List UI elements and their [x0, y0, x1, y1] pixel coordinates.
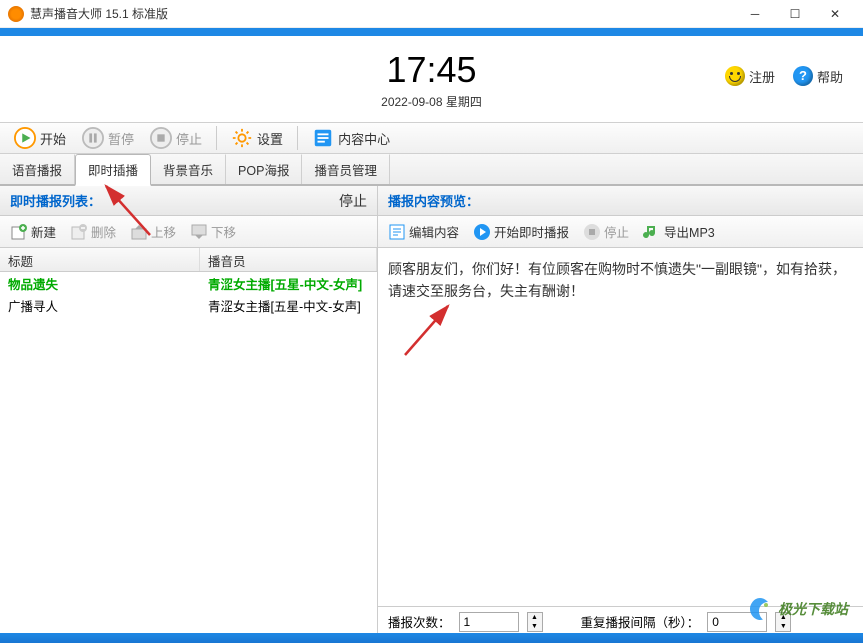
down-icon: [190, 223, 208, 241]
left-panel-header: 即时播报列表： 停止: [0, 186, 377, 216]
close-button[interactable]: ✕: [815, 2, 855, 26]
play-icon: [14, 127, 36, 149]
watermark: 极光下载站: [746, 595, 848, 623]
delete-button[interactable]: 删除: [66, 220, 120, 243]
help-label: 帮助: [817, 67, 843, 86]
tab-announcer-manage[interactable]: 播音员管理: [302, 154, 390, 184]
content-center-button[interactable]: 内容中心: [306, 125, 396, 151]
up-icon: [130, 223, 148, 241]
help-icon: ?: [793, 66, 813, 86]
right-toolbar: 编辑内容 开始即时播报 停止 导出MP3: [378, 216, 863, 248]
count-input[interactable]: [459, 612, 519, 632]
ribbon-toolbar: 开始 暂停 停止 设置 内容中心: [0, 122, 863, 154]
right-panel: 播报内容预览： 编辑内容 开始即时播报 停止 导出MP3 顾客朋友们，你们好！有…: [378, 186, 863, 636]
list-stop-button[interactable]: 停止: [339, 191, 367, 211]
accent-bar: [0, 28, 863, 36]
right-panel-header: 播报内容预览：: [378, 186, 863, 216]
count-label: 播报次数：: [388, 612, 451, 631]
app-icon: [8, 6, 24, 22]
titlebar: 慧声播音大师 15.1 标准版 ─ ☐ ✕: [0, 0, 863, 28]
watermark-text: 极光下载站: [778, 599, 848, 619]
gear-icon: [231, 127, 253, 149]
play-icon: [473, 223, 491, 241]
move-down-button[interactable]: 下移: [186, 220, 240, 243]
table-row[interactable]: 物品遗失 青涩女主播[五星-中文-女声]: [0, 272, 377, 294]
window-title: 慧声播音大师 15.1 标准版: [30, 5, 735, 22]
minimize-button[interactable]: ─: [735, 2, 775, 26]
new-icon: [10, 223, 28, 241]
table-body: 物品遗失 青涩女主播[五星-中文-女声] 广播寻人 青涩女主播[五星-中文-女声…: [0, 272, 377, 636]
left-toolbar: 新建 删除 上移 下移: [0, 216, 377, 248]
tab-instant-insert[interactable]: 即时插播: [75, 154, 151, 186]
help-button[interactable]: ? 帮助: [793, 66, 843, 86]
broadcast-stop-button[interactable]: 停止: [579, 220, 633, 243]
col-announcer[interactable]: 播音员: [200, 248, 377, 271]
register-label: 注册: [749, 67, 775, 86]
preview-text: 顾客朋友们，你们好！有位顾客在购物时不慎遗失"一副眼镜"，如有拾获，请速交至服务…: [378, 248, 863, 606]
maximize-button[interactable]: ☐: [775, 2, 815, 26]
header: 17:45 2022-09-08 星期四 注册 ? 帮助: [0, 36, 863, 122]
smiley-icon: [725, 66, 745, 86]
music-icon: [643, 223, 661, 241]
tab-pop-poster[interactable]: POP海报: [226, 154, 302, 184]
edit-icon: [388, 223, 406, 241]
tab-bar: 语音播报 即时插播 背景音乐 POP海报 播音员管理: [0, 154, 863, 186]
left-panel-title: 即时播报列表：: [10, 191, 101, 210]
register-button[interactable]: 注册: [725, 66, 775, 86]
clock-time: 17:45: [386, 49, 476, 91]
delete-icon: [70, 223, 88, 241]
separator: [297, 126, 298, 150]
count-spinner[interactable]: ▲▼: [527, 612, 543, 632]
stop-icon: [583, 223, 601, 241]
export-mp3-button[interactable]: 导出MP3: [639, 220, 719, 243]
edit-content-button[interactable]: 编辑内容: [384, 220, 463, 243]
separator: [216, 126, 217, 150]
table-header: 标题 播音员: [0, 248, 377, 272]
start-broadcast-button[interactable]: 开始即时播报: [469, 220, 573, 243]
tab-voice-broadcast[interactable]: 语音播报: [0, 154, 75, 184]
move-up-button[interactable]: 上移: [126, 220, 180, 243]
left-panel: 即时播报列表： 停止 新建 删除 上移 下移 标题 播音员: [0, 186, 378, 636]
new-button[interactable]: 新建: [6, 220, 60, 243]
bottom-bar: [0, 633, 863, 643]
main-area: 即时播报列表： 停止 新建 删除 上移 下移 标题 播音员: [0, 186, 863, 636]
col-title[interactable]: 标题: [0, 248, 200, 271]
right-panel-title: 播报内容预览：: [388, 191, 479, 210]
content-icon: [312, 127, 334, 149]
stop-button[interactable]: 停止: [144, 125, 208, 151]
stop-icon: [150, 127, 172, 149]
table-row[interactable]: 广播寻人 青涩女主播[五星-中文-女声]: [0, 294, 377, 316]
interval-label: 重复播报间隔（秒）：: [581, 612, 700, 631]
pause-icon: [82, 127, 104, 149]
tab-background-music[interactable]: 背景音乐: [151, 154, 226, 184]
watermark-logo: [746, 595, 774, 623]
settings-button[interactable]: 设置: [225, 125, 289, 151]
pause-button[interactable]: 暂停: [76, 125, 140, 151]
start-button[interactable]: 开始: [8, 125, 72, 151]
clock-date: 2022-09-08 星期四: [381, 93, 482, 110]
